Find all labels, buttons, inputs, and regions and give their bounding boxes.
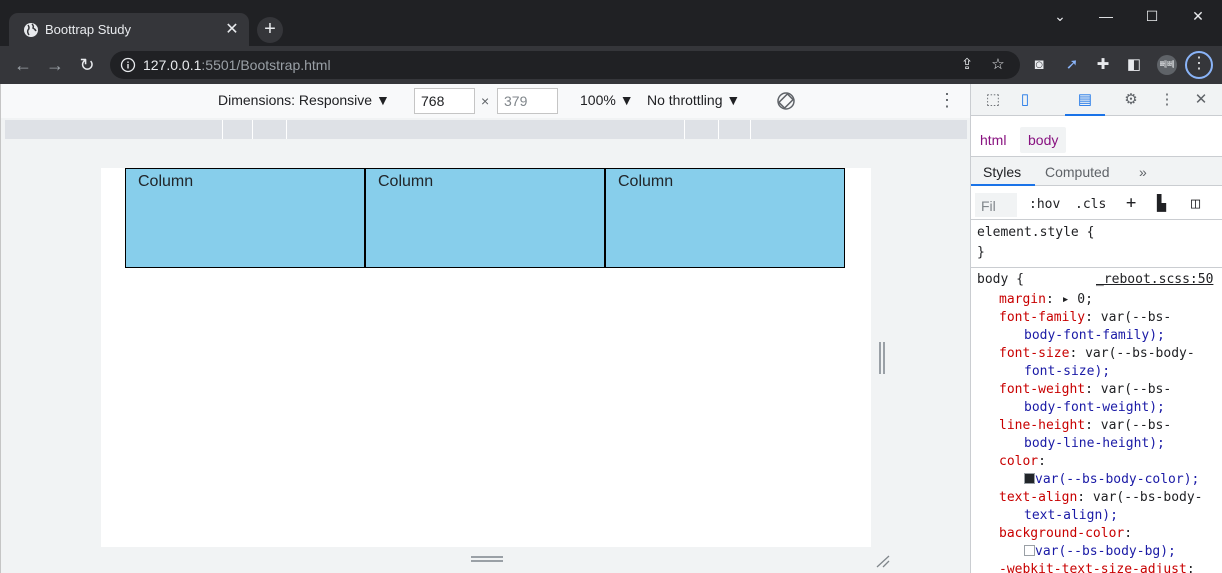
decl-text-size-adjust[interactable]: -webkit-text-size-adjust: <box>999 561 1195 573</box>
cls-toggle[interactable]: .cls <box>1075 197 1106 212</box>
times-sign: × <box>481 93 490 109</box>
chrome-menu-icon[interactable]: ⋮ <box>1185 51 1213 79</box>
styles-subtabs: Styles Computed » <box>971 156 1222 186</box>
resize-handle-bottom[interactable] <box>471 556 503 564</box>
sidebar-toggle-icon[interactable]: ◫ <box>1191 194 1200 212</box>
rule-divider <box>971 267 1222 268</box>
decl-color[interactable]: color: <box>999 453 1046 471</box>
zoom-select[interactable]: 100% ▼ <box>580 92 634 108</box>
column-3: Column <box>605 168 845 268</box>
add-rule-icon[interactable]: + <box>1126 193 1136 213</box>
decl-text-align-cont: text-align); <box>1024 508 1118 523</box>
back-arrow-icon[interactable]: ← <box>12 54 34 76</box>
decl-font-size-cont: font-size); <box>1024 364 1111 379</box>
decl-background-color[interactable]: background-color: <box>999 525 1132 543</box>
devtools-toolbar: ⬚ ▯ ▤ ⚙ ⋮ ✕ <box>971 84 1222 116</box>
info-icon[interactable] <box>120 57 136 73</box>
camera-icon[interactable]: ◙ <box>1029 55 1049 75</box>
console-message-icon[interactable]: ▤ <box>1075 90 1095 110</box>
share-icon[interactable]: ⇪ <box>957 55 977 75</box>
tab-strip: Boottrap Study ✕ + ⌄ — ☐ ✕ <box>0 0 1222 47</box>
devtools-close-icon[interactable]: ✕ <box>1191 90 1211 110</box>
decl-color-cont: var(--bs-body-color); <box>1024 471 1199 489</box>
address-bar[interactable]: 127.0.0.1:5501/Bootstrap.html ⇪ ☆ <box>110 51 1020 79</box>
maximize-button[interactable]: ☐ <box>1141 6 1163 26</box>
extensions-puzzle-icon[interactable]: ✚ <box>1093 55 1113 75</box>
breadcrumb: html body <box>971 124 1222 153</box>
devtools-more-icon[interactable]: ⋮ <box>1157 90 1177 110</box>
height-input[interactable]: 379 <box>497 88 558 114</box>
device-toolbar: Dimensions: Responsive ▼ 768 × 379 100% … <box>1 84 971 118</box>
inspect-element-icon[interactable]: ⬚ <box>983 90 1003 110</box>
decl-text-align[interactable]: text-align: var(--bs-body- <box>999 489 1203 507</box>
width-input[interactable]: 768 <box>414 88 475 114</box>
decl-line-height-cont: body-line-height); <box>1024 436 1165 451</box>
reload-icon[interactable]: ↻ <box>76 54 98 76</box>
close-window-button[interactable]: ✕ <box>1187 6 1209 26</box>
dimensions-select[interactable]: Dimensions: Responsive ▼ <box>218 92 390 108</box>
color-swatch-icon[interactable] <box>1024 473 1035 484</box>
tab-title: Boottrap Study <box>45 22 131 37</box>
settings-gear-icon[interactable]: ⚙ <box>1121 90 1141 110</box>
tab-search-icon[interactable]: ⌄ <box>1049 6 1071 26</box>
decl-font-family[interactable]: font-family: var(--bs- <box>999 309 1171 327</box>
rule-source-link[interactable]: _reboot.scss:50 <box>1096 271 1213 289</box>
forward-arrow-icon[interactable]: → <box>44 54 66 76</box>
decl-line-height[interactable]: line-height: var(--bs- <box>999 417 1171 435</box>
close-tab-icon[interactable]: ✕ <box>223 21 241 39</box>
browser-toolbar: ← → ↻ 127.0.0.1:5501/Bootstrap.html ⇪ ☆ … <box>0 46 1222 84</box>
decl-font-size[interactable]: font-size: var(--bs-body- <box>999 345 1195 363</box>
side-panel-icon[interactable]: ◧ <box>1124 55 1144 75</box>
bookmark-star-icon[interactable]: ☆ <box>988 55 1008 75</box>
profile-avatar[interactable]: 뻬뻬 <box>1157 55 1177 75</box>
paint-brush-icon[interactable]: ▙ <box>1157 194 1166 212</box>
globe-icon <box>24 23 38 37</box>
element-style-selector[interactable]: element.style { <box>977 224 1094 242</box>
rotate-icon[interactable] <box>776 91 796 111</box>
active-tab-indicator <box>971 184 1035 186</box>
hov-toggle[interactable]: :hov <box>1029 197 1060 212</box>
rendered-page: Column Column Column <box>101 168 871 547</box>
browser-tab[interactable]: Boottrap Study ✕ <box>9 13 249 47</box>
decl-font-family-cont: body-font-family); <box>1024 328 1165 343</box>
more-tabs-icon[interactable]: » <box>1139 164 1147 180</box>
element-style-close: } <box>977 245 985 260</box>
breadcrumb-html[interactable]: html <box>980 132 1006 148</box>
body-rule-selector[interactable]: body { <box>977 271 1024 289</box>
device-toggle-icon[interactable]: ▯ <box>1015 90 1035 110</box>
column-1: Column <box>125 168 365 268</box>
device-viewport: Dimensions: Responsive ▼ 768 × 379 100% … <box>0 84 971 573</box>
decl-background-color-cont: var(--bs-body-bg); <box>1024 543 1176 561</box>
tab-computed[interactable]: Computed <box>1045 164 1110 180</box>
decl-margin[interactable]: margin: ▸ 0; <box>999 291 1093 309</box>
devtools-panel: ⬚ ▯ ▤ ⚙ ⋮ ✕ html body Styles Computed » … <box>970 84 1222 573</box>
breadcrumb-body[interactable]: body <box>1020 127 1067 153</box>
media-query-bar[interactable] <box>5 120 967 139</box>
filter-input[interactable]: Fil <box>975 193 1017 217</box>
device-more-icon[interactable]: ⋮ <box>938 90 956 111</box>
decl-font-weight[interactable]: font-weight: var(--bs- <box>999 381 1171 399</box>
url-text: 127.0.0.1:5501/Bootstrap.html <box>143 57 331 73</box>
decl-font-weight-cont: body-font-weight); <box>1024 400 1165 415</box>
throttle-select[interactable]: No throttling ▼ <box>647 92 740 108</box>
column-2: Column <box>365 168 605 268</box>
bg-swatch-icon[interactable] <box>1024 545 1035 556</box>
tab-styles[interactable]: Styles <box>983 164 1021 180</box>
resize-corner-icon[interactable] <box>875 554 891 568</box>
resize-handle-right[interactable] <box>879 342 887 376</box>
cursor-extension-icon[interactable]: ➚ <box>1062 55 1082 75</box>
bootstrap-row: Column Column Column <box>125 168 845 268</box>
new-tab-button[interactable]: + <box>257 17 283 43</box>
styles-filter-bar: Fil :hov .cls + ▙ ◫ <box>971 190 1222 220</box>
minimize-button[interactable]: — <box>1095 6 1117 26</box>
